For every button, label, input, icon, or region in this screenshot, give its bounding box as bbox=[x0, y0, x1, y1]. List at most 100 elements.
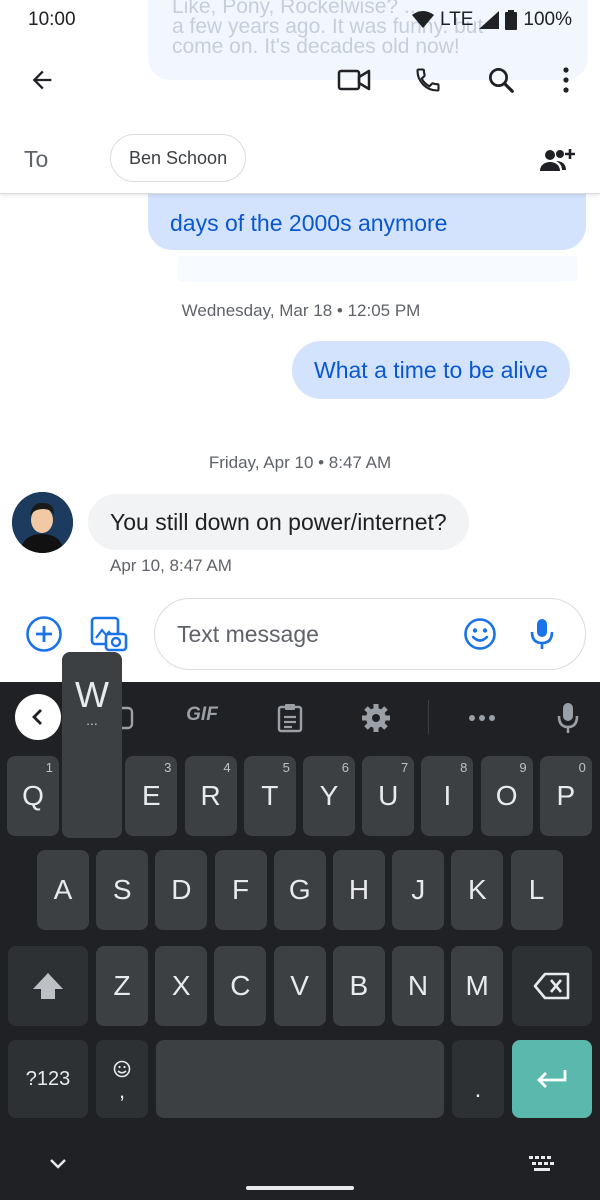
space-key[interactable] bbox=[156, 1040, 444, 1118]
key-number-hint: 3 bbox=[164, 760, 172, 775]
shift-key[interactable] bbox=[8, 946, 88, 1026]
shift-icon bbox=[33, 973, 63, 999]
key-label: E bbox=[142, 780, 161, 811]
key-number-hint: 1 bbox=[45, 760, 53, 775]
key-label: T bbox=[261, 780, 279, 811]
keyboard-mic-button[interactable] bbox=[544, 694, 592, 742]
key-g[interactable]: G bbox=[273, 850, 326, 930]
add-people-icon bbox=[540, 149, 575, 171]
period-key[interactable]: . bbox=[452, 1040, 504, 1118]
symbols-key[interactable]: ?123 bbox=[8, 1040, 88, 1118]
clipboard-button[interactable] bbox=[266, 694, 314, 742]
key-l[interactable]: L bbox=[510, 850, 563, 930]
keyboard-collapse-toolbar-button[interactable] bbox=[15, 694, 61, 740]
signal-icon bbox=[479, 11, 500, 29]
add-recipient-button[interactable] bbox=[534, 136, 582, 184]
backspace-icon bbox=[533, 972, 570, 1000]
hide-keyboard-button[interactable] bbox=[34, 1140, 82, 1188]
video-icon bbox=[337, 69, 371, 91]
avatar[interactable] bbox=[12, 492, 73, 553]
key-preview-popup: W ... bbox=[62, 652, 122, 838]
gallery-button[interactable] bbox=[84, 610, 132, 658]
key-b[interactable]: B bbox=[332, 946, 385, 1026]
gesture-nav-handle[interactable] bbox=[246, 1186, 354, 1190]
emoji-button[interactable] bbox=[456, 610, 504, 658]
key-label: Q bbox=[22, 780, 44, 811]
message-timestamp: Apr 10, 8:47 AM bbox=[110, 556, 232, 575]
to-label: To bbox=[24, 146, 49, 172]
clipboard-icon bbox=[277, 704, 303, 733]
incoming-message[interactable]: You still down on power/internet? bbox=[88, 494, 469, 550]
key-preview-more: ... bbox=[86, 712, 98, 728]
key-i[interactable]: I8 bbox=[421, 756, 474, 836]
key-r[interactable]: R4 bbox=[184, 756, 237, 836]
search-icon bbox=[489, 68, 514, 93]
key-n[interactable]: N bbox=[392, 946, 444, 1026]
key-s[interactable]: S bbox=[96, 850, 149, 930]
emoji-comma-key[interactable]: , bbox=[96, 1040, 148, 1118]
voice-input-button[interactable] bbox=[518, 610, 566, 658]
video-call-button[interactable] bbox=[330, 56, 378, 104]
outgoing-message[interactable]: days of the 2000s anymore bbox=[148, 194, 586, 250]
keyboard-switcher-button[interactable] bbox=[518, 1140, 566, 1188]
enter-icon bbox=[537, 1070, 567, 1088]
more-toolbar-button[interactable] bbox=[458, 694, 506, 742]
search-button[interactable] bbox=[477, 56, 525, 104]
key-number-hint: 0 bbox=[578, 760, 586, 775]
key-x[interactable]: X bbox=[155, 946, 208, 1026]
key-label: O bbox=[495, 780, 518, 811]
key-o[interactable]: O9 bbox=[480, 756, 533, 836]
more-horiz-icon bbox=[469, 715, 495, 721]
key-label: U bbox=[378, 780, 399, 811]
back-button[interactable] bbox=[18, 56, 66, 104]
key-k[interactable]: K bbox=[451, 850, 504, 930]
key-y[interactable]: Y6 bbox=[303, 756, 355, 836]
key-label: R bbox=[200, 780, 221, 811]
outgoing-message[interactable]: What a time to be alive bbox=[292, 341, 570, 399]
key-v[interactable]: V bbox=[273, 946, 326, 1026]
top-app-bar bbox=[0, 40, 600, 120]
attach-button[interactable] bbox=[20, 610, 68, 658]
timestamp-divider: Wednesday, Mar 18 • 12:05 PM bbox=[181, 301, 421, 320]
key-m[interactable]: M bbox=[451, 946, 504, 1026]
key-p[interactable]: P0 bbox=[539, 756, 592, 836]
enter-key[interactable] bbox=[512, 1040, 592, 1118]
key-t[interactable]: T5 bbox=[243, 756, 296, 836]
keyboard-settings-button[interactable] bbox=[352, 694, 400, 742]
network-type: LTE bbox=[439, 9, 474, 30]
recipient-chip[interactable]: Ben Schoon bbox=[110, 134, 247, 182]
microphone-icon bbox=[530, 619, 554, 649]
key-label: P bbox=[556, 780, 576, 811]
backspace-key[interactable] bbox=[512, 946, 592, 1026]
key-a[interactable]: A bbox=[37, 850, 89, 930]
recipient-row: To Ben Schoon bbox=[0, 124, 600, 194]
key-q[interactable]: Q1 bbox=[7, 756, 59, 836]
key-f[interactable]: F bbox=[214, 850, 267, 930]
voice-call-button[interactable] bbox=[404, 56, 452, 104]
comma-label: , bbox=[118, 1078, 126, 1103]
key-z[interactable]: Z bbox=[96, 946, 148, 1026]
phone-icon bbox=[416, 68, 440, 92]
key-number-hint: 6 bbox=[341, 760, 349, 775]
gif-button[interactable]: GIF bbox=[172, 704, 232, 726]
key-number-hint: 5 bbox=[282, 760, 290, 775]
status-bar: 10:00 LTE 100% bbox=[0, 0, 600, 40]
key-number-hint: 8 bbox=[460, 760, 468, 775]
message-text: You still down on power/internet? bbox=[110, 508, 447, 535]
more-options-button[interactable] bbox=[542, 56, 590, 104]
key-h[interactable]: H bbox=[333, 850, 385, 930]
faded-preview bbox=[178, 256, 578, 282]
key-c[interactable]: C bbox=[214, 946, 267, 1026]
key-u[interactable]: U7 bbox=[362, 756, 415, 836]
more-vert-icon bbox=[563, 67, 569, 93]
battery-icon bbox=[505, 10, 518, 30]
key-number-hint: 7 bbox=[400, 760, 409, 775]
key-e[interactable]: E3 bbox=[125, 756, 178, 836]
key-d[interactable]: D bbox=[155, 850, 208, 930]
conversation: days of the 2000s anymore Wednesday, Mar… bbox=[0, 194, 600, 600]
gear-icon bbox=[362, 704, 390, 732]
key-j[interactable]: J bbox=[392, 850, 445, 930]
emoji-icon bbox=[113, 1060, 131, 1078]
toolbar-divider bbox=[428, 700, 429, 734]
battery-percent: 100% bbox=[523, 9, 572, 30]
